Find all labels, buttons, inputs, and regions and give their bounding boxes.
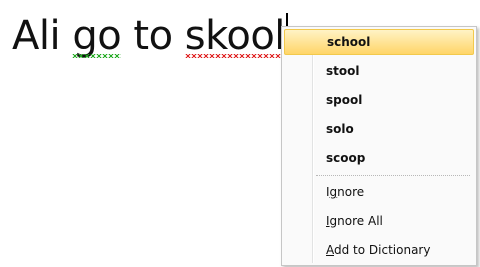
suggestion-item-scoop[interactable]: scoop <box>284 145 474 171</box>
document-text-line[interactable]: Ali go to skool <box>12 12 288 60</box>
word-go-grammar-flagged[interactable]: go <box>72 12 122 60</box>
spelling-underline <box>184 54 285 58</box>
suggestion-item-school[interactable]: school <box>284 29 474 55</box>
word-go-text: go <box>72 13 122 59</box>
word-skool-misspelled[interactable]: skool <box>184 12 286 60</box>
ignore-all-label-end: gnore All <box>329 214 383 228</box>
word-ali[interactable]: Ali <box>12 12 61 60</box>
ignore-label-end: nore <box>337 185 365 199</box>
grammar-underline <box>72 54 122 58</box>
word-to[interactable]: to <box>133 12 173 60</box>
ignore-all-menu-item[interactable]: Ignore All <box>284 208 474 234</box>
suggestion-item-spool[interactable]: spool <box>284 87 474 113</box>
add-to-dictionary-menu-item[interactable]: Add to Dictionary <box>284 237 474 263</box>
add-to-dictionary-accelerator: A <box>326 243 334 257</box>
word-skool-text: skool <box>184 13 286 59</box>
suggestion-item-stool[interactable]: stool <box>284 58 474 84</box>
menu-separator <box>316 175 470 176</box>
ignore-menu-item[interactable]: Ignore <box>284 179 474 205</box>
suggestion-item-solo[interactable]: solo <box>284 116 474 142</box>
add-to-dictionary-label-end: dd to Dictionary <box>334 243 431 257</box>
spelling-context-menu: school stool spool solo scoop Ignore Ign… <box>281 26 477 266</box>
